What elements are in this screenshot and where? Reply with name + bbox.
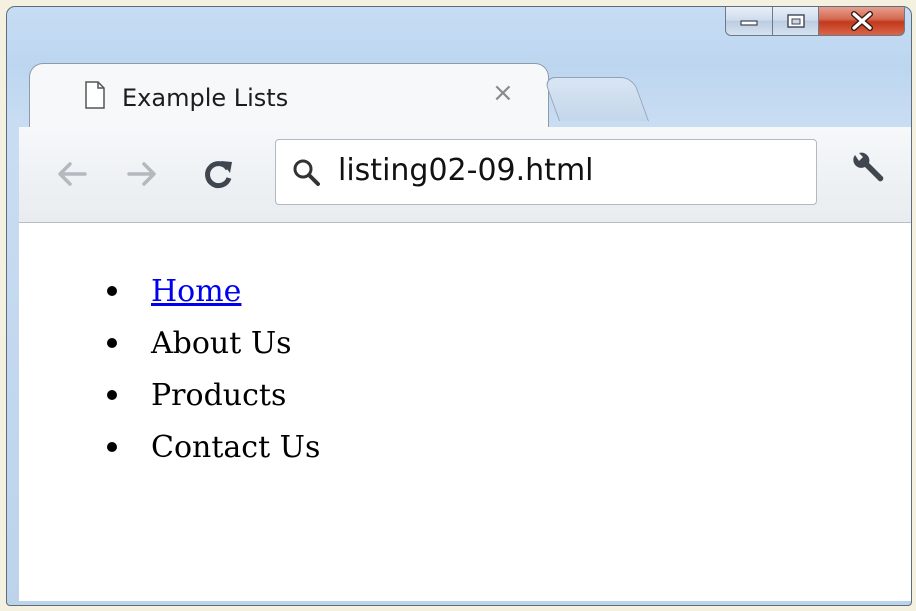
minimize-button[interactable]: [725, 7, 773, 36]
back-arrow-icon: [58, 162, 87, 186]
page-icon: [85, 81, 105, 109]
tab-example-lists[interactable]: Example Lists ×: [29, 63, 549, 129]
address-bar[interactable]: listing02-09.html: [275, 139, 817, 205]
forward-button[interactable]: [119, 151, 165, 197]
bullet: [107, 442, 117, 452]
wrench-icon[interactable]: [847, 149, 887, 189]
search-icon: [293, 159, 320, 186]
tab-title: Example Lists: [122, 84, 289, 112]
bullet: [107, 390, 117, 400]
list-item-label: About Us: [151, 325, 292, 361]
list-item-label: Contact Us: [151, 429, 321, 465]
maximize-button[interactable]: [773, 7, 819, 36]
home-link[interactable]: Home: [151, 274, 241, 309]
new-tab-button[interactable]: [542, 77, 650, 121]
list-item-label: Products: [151, 377, 287, 413]
close-icon: [850, 10, 873, 31]
list-item: Products: [107, 369, 320, 421]
back-button[interactable]: [49, 151, 95, 197]
list-item: Contact Us: [107, 421, 320, 473]
nav-list: Home About Us Products Contact Us: [107, 265, 320, 473]
maximize-icon: [786, 13, 805, 28]
reload-icon: [205, 161, 232, 189]
close-window-button[interactable]: [819, 7, 905, 36]
browser-toolbar: listing02-09.html: [19, 127, 911, 223]
list-item: About Us: [107, 317, 320, 369]
tab-close-button[interactable]: ×: [492, 80, 514, 106]
reload-button[interactable]: [195, 151, 241, 197]
minimize-icon: [740, 19, 758, 26]
bullet: [107, 338, 117, 348]
forward-arrow-icon: [127, 162, 156, 186]
address-text[interactable]: listing02-09.html: [338, 153, 594, 188]
page-content: Home About Us Products Contact Us: [19, 223, 911, 601]
window-controls: [725, 7, 905, 36]
bullet: [107, 286, 117, 296]
list-item: Home: [107, 265, 320, 317]
browser-window: Example Lists × listing02-09.html Home A…: [6, 6, 912, 606]
